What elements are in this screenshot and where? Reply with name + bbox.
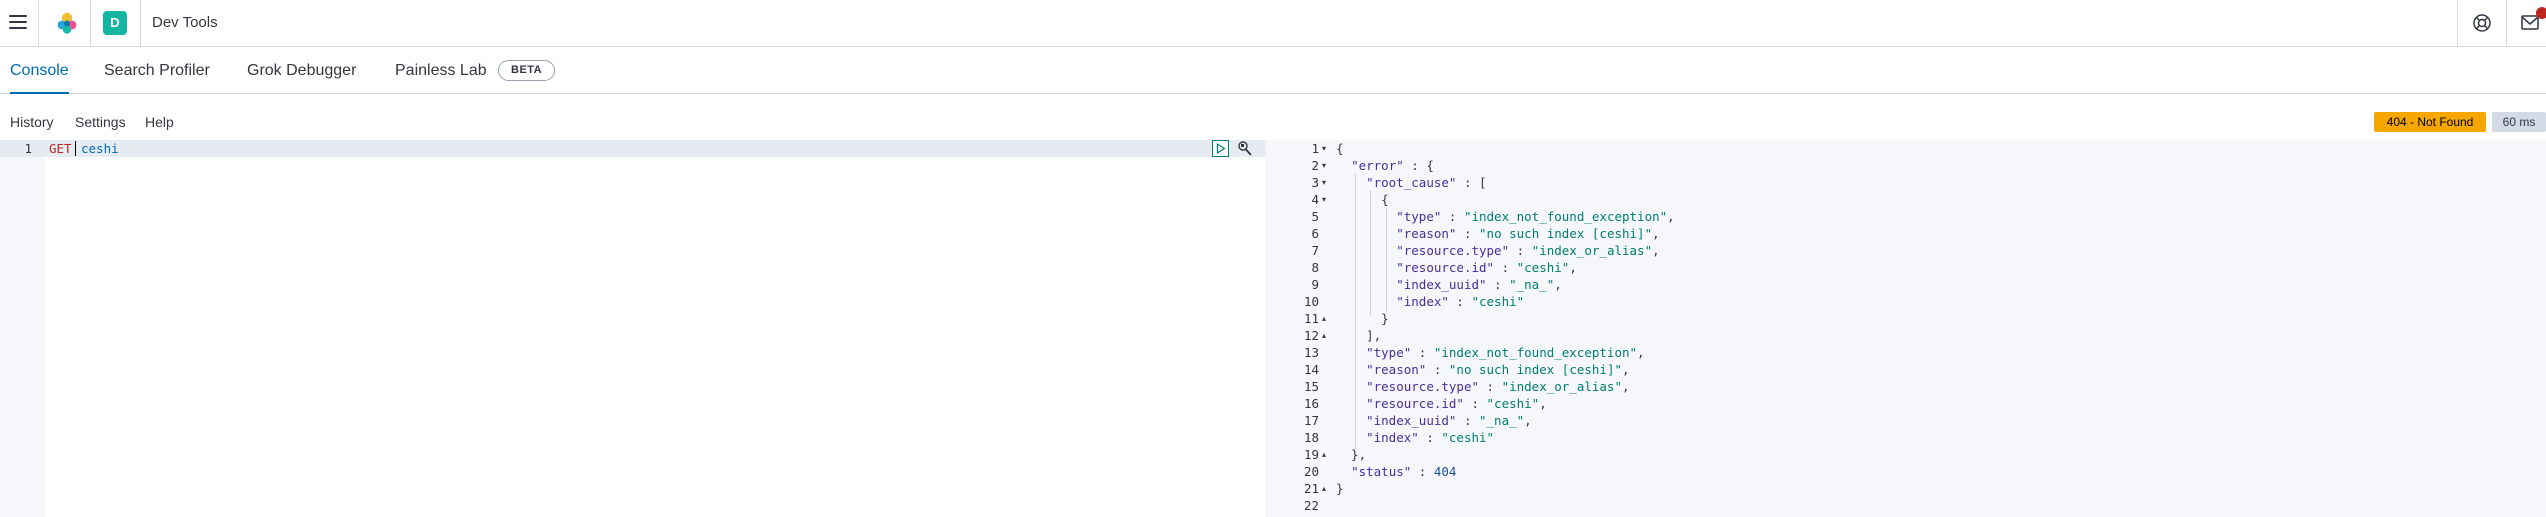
response-code-line: } (1336, 311, 1389, 326)
response-line-number: 15 (1303, 379, 1319, 394)
text-cursor (75, 141, 76, 156)
response-line-number: 9 (1311, 277, 1319, 292)
fold-toggle-icon[interactable]: ▾ (1322, 178, 1326, 187)
tab-grok-debugger[interactable]: Grok Debugger (247, 48, 356, 93)
response-code-line: }, (1336, 447, 1367, 462)
response-code-line: { (1336, 192, 1389, 207)
fold-toggle-icon[interactable]: ▾ (1322, 195, 1326, 204)
history-link[interactable]: History (10, 114, 54, 130)
settings-link[interactable]: Settings (75, 114, 126, 130)
tab-console[interactable]: Console (10, 48, 69, 94)
response-code-line: "reason" : "no such index [ceshi]", (1396, 226, 1660, 241)
response-line-number: 14 (1303, 362, 1319, 377)
response-line-number: 3 (1311, 175, 1319, 190)
response-line-number: 18 (1303, 430, 1319, 445)
response-line-number: 16 (1303, 396, 1319, 411)
header-divider (2457, 0, 2458, 46)
fold-toggle-icon[interactable]: ▴ (1322, 484, 1326, 493)
response-line-number: 6 (1311, 226, 1319, 241)
response-line-number: 10 (1303, 294, 1319, 309)
fold-toggle-icon[interactable]: ▴ (1322, 450, 1326, 459)
tab-painless-lab[interactable]: Painless Lab (395, 48, 487, 93)
fold-toggle-icon[interactable]: ▾ (1322, 161, 1326, 170)
response-line-number: 22 (1303, 498, 1319, 513)
fold-toggle-icon[interactable]: ▴ (1322, 331, 1326, 340)
header-divider (140, 0, 141, 46)
fold-toggle-icon[interactable]: ▴ (1322, 314, 1326, 323)
space-avatar[interactable]: D (103, 11, 127, 35)
request-path[interactable]: ceshi (81, 140, 119, 157)
header-divider (2506, 0, 2507, 46)
response-line-number: 12 (1303, 328, 1319, 343)
response-line-number: 21 (1303, 481, 1319, 496)
response-line-number: 1 (1311, 141, 1319, 156)
response-line-number: 8 (1311, 260, 1319, 275)
response-status-badge: 404 - Not Found (2374, 112, 2486, 132)
help-icon[interactable] (2472, 13, 2492, 33)
response-code-line: "error" : { (1351, 158, 1434, 173)
response-code-line: "resource.id" : "ceshi", (1396, 260, 1577, 275)
response-code-line: "index_uuid" : "_na_", (1396, 277, 1562, 292)
notification-badge-icon (2536, 7, 2546, 19)
response-time-badge: 60 ms (2492, 112, 2546, 132)
top-header: D Dev Tools (0, 0, 2546, 47)
menu-icon[interactable] (9, 15, 27, 29)
request-gutter (0, 140, 45, 517)
fold-toggle-icon[interactable]: ▾ (1322, 144, 1326, 153)
response-line-number: 17 (1303, 413, 1319, 428)
response-line-number: 2 (1311, 158, 1319, 173)
send-request-icon[interactable] (1212, 140, 1229, 157)
response-code-line: "type" : "index_not_found_exception", (1366, 345, 1645, 360)
header-divider (90, 0, 91, 46)
breadcrumb-title: Dev Tools (152, 14, 218, 31)
tab-search-profiler[interactable]: Search Profiler (104, 48, 210, 93)
wrench-icon[interactable] (1236, 140, 1253, 157)
active-line-highlight (0, 140, 1265, 157)
beta-badge: BETA (498, 60, 556, 81)
response-code-line: "type" : "index_not_found_exception", (1396, 209, 1675, 224)
response-code-line: ], (1336, 328, 1382, 343)
response-code-line: } (1336, 481, 1344, 496)
response-line-number: 19 (1303, 447, 1319, 462)
elastic-logo[interactable] (55, 11, 79, 35)
header-divider (38, 0, 39, 46)
response-code-line: "reason" : "no such index [ceshi]", (1366, 362, 1630, 377)
response-code-line: "status" : 404 (1351, 464, 1457, 479)
response-code-line: "resource.type" : "index_or_alias", (1366, 379, 1630, 394)
response-line-number: 5 (1311, 209, 1319, 224)
response-code-line: { (1336, 141, 1344, 156)
request-editor[interactable] (45, 140, 1265, 517)
response-code-line: "index_uuid" : "_na_", (1366, 413, 1532, 428)
help-link[interactable]: Help (145, 114, 174, 130)
response-line-number: 7 (1311, 243, 1319, 258)
response-code-line: "resource.id" : "ceshi", (1366, 396, 1547, 411)
response-code-line: "resource.type" : "index_or_alias", (1396, 243, 1660, 258)
response-line-number: 4 (1311, 192, 1319, 207)
response-code-line: "root_cause" : [ (1366, 175, 1487, 190)
dev-tools-tabs: Console Search Profiler Grok Debugger Pa… (0, 48, 2546, 94)
pane-resizer[interactable] (1265, 140, 1285, 517)
response-code-line: "index" : "ceshi" (1396, 294, 1525, 309)
response-line-number: 13 (1303, 345, 1319, 360)
response-code-line: "index" : "ceshi" (1366, 430, 1495, 445)
request-method[interactable]: GET (49, 140, 72, 157)
response-line-number: 20 (1303, 464, 1319, 479)
response-line-number: 11 (1303, 311, 1319, 326)
response-editor[interactable] (1333, 140, 2546, 517)
request-line-number: 1 (24, 141, 32, 156)
